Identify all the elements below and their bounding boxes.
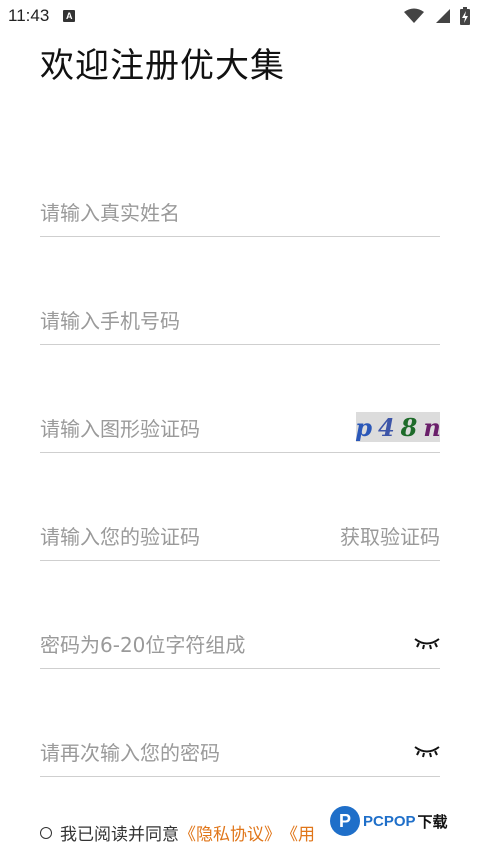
page-title: 欢迎注册优大集 [40,46,285,86]
password-input[interactable]: 密码为6-20位字符组成 [40,618,440,669]
watermark-logo-icon: P [330,806,360,836]
name-input[interactable]: 请输入真实姓名 [40,186,440,237]
get-code-button[interactable]: 获取验证码 [340,521,440,550]
captcha-char: p [355,412,372,442]
service-link[interactable]: 《用 [281,820,315,845]
watermark: P PCPOP 下载 [330,806,448,836]
captcha-char: 8 [400,412,418,442]
wifi-icon [404,8,424,23]
watermark-suffix: 下载 [417,813,448,831]
signal-icon [436,9,450,23]
agree-radio[interactable] [40,826,52,839]
agreement-row: 我已阅读并同意 《隐私协议》 《用 [40,820,315,845]
phone-placeholder: 请输入手机号码 [40,308,180,333]
eye-closed-icon[interactable] [414,636,440,650]
battery-icon [460,7,470,25]
captcha-char: n [423,412,441,442]
status-icons [404,7,470,25]
captcha-image[interactable]: p 4 8 n [355,412,441,442]
captcha-placeholder: 请输入图形验证码 [40,416,200,441]
sms-code-input[interactable]: 请输入您的验证码 获取验证码 [40,510,440,561]
phone-input[interactable]: 请输入手机号码 [40,294,440,345]
sms-code-placeholder: 请输入您的验证码 [40,524,200,549]
status-bar: 11:43 A [0,0,480,32]
status-time: 11:43 [8,6,50,25]
eye-closed-icon[interactable] [414,744,440,758]
captcha-input[interactable]: 请输入图形验证码 p 4 8 n [40,402,441,453]
watermark-text: PCPOP [363,812,416,830]
confirm-password-input[interactable]: 请再次输入您的密码 [40,726,440,777]
agreement-prefix: 我已阅读并同意 [60,825,179,845]
name-placeholder: 请输入真实姓名 [40,200,180,225]
confirm-password-placeholder: 请再次输入您的密码 [40,740,220,765]
notification-a-icon: A [63,10,76,22]
privacy-link[interactable]: 《隐私协议》 [179,820,281,845]
password-placeholder: 密码为6-20位字符组成 [40,632,246,657]
captcha-char: 4 [377,412,395,442]
